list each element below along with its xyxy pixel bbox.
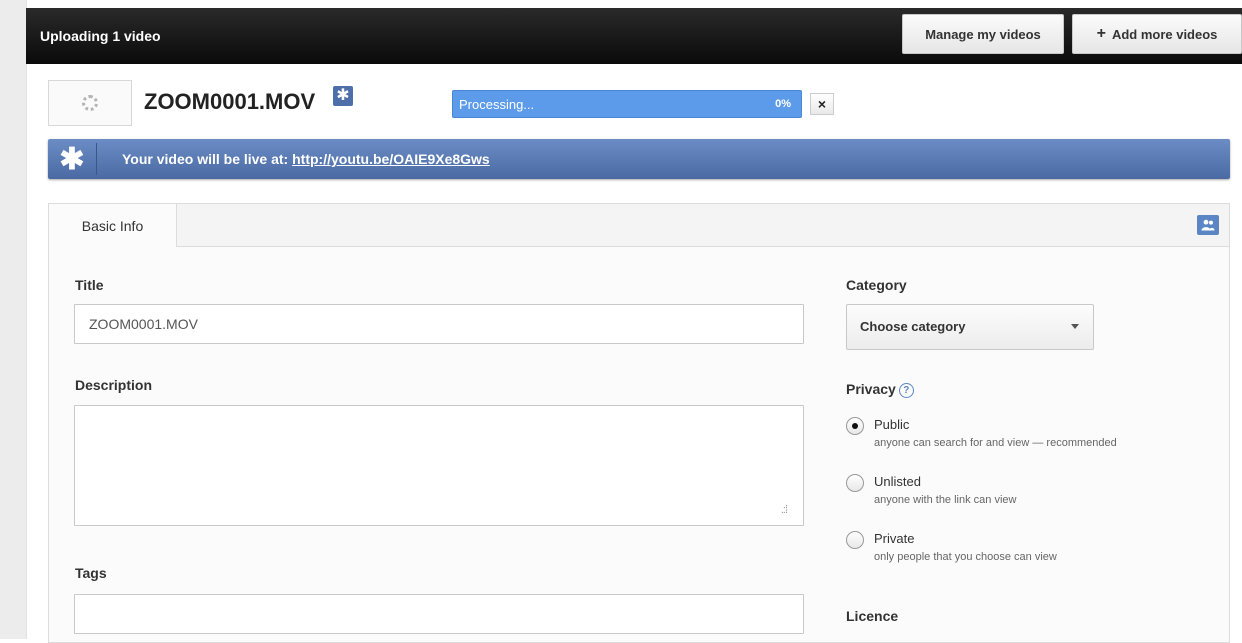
video-details-panel: Basic Info Title ZOOM0001.MOV Descriptio… [48, 203, 1230, 643]
category-label: Category [846, 277, 907, 293]
banner-divider [96, 143, 97, 175]
cancel-upload-button[interactable]: × [810, 93, 834, 115]
loading-spinner-icon [82, 95, 98, 111]
description-label: Description [75, 377, 153, 393]
manage-videos-label: Manage my videos [925, 26, 1041, 42]
resize-handle-icon[interactable]: .:⁞ [781, 504, 788, 516]
privacy-private-desc: only people that you choose can view [874, 551, 1057, 563]
privacy-heading: Privacy? [846, 381, 914, 398]
category-select[interactable]: Choose category [846, 304, 1094, 350]
video-url-link[interactable]: http://youtu.be/OAIE9Xe8Gws [292, 151, 490, 167]
upload-progress-bar: Processing... 0% [452, 90, 802, 118]
video-thumbnail [48, 80, 132, 126]
close-icon: × [817, 96, 827, 112]
privacy-unlisted-desc: anyone with the link can view [874, 494, 1017, 506]
tags-input[interactable] [74, 594, 804, 634]
plus-icon: + [1096, 25, 1106, 42]
licence-label: Licence [846, 608, 899, 624]
progress-status-text: Processing... [459, 97, 535, 112]
title-value: ZOOM0001.MOV [89, 316, 198, 332]
add-more-videos-label: Add more videos [1111, 26, 1218, 42]
video-live-banner: ✱ Your video will be live at: http://you… [48, 139, 1230, 179]
privacy-label: Privacy [846, 381, 896, 397]
privacy-public-label: Public [874, 417, 910, 432]
privacy-private-label: Private [874, 531, 915, 546]
left-gutter [0, 0, 27, 639]
star-icon: ✱ [59, 143, 85, 176]
progress-percent: 0% [775, 98, 791, 110]
privacy-unlisted-label: Unlisted [874, 474, 921, 489]
help-icon[interactable]: ? [898, 383, 914, 398]
star-icon: ✱ [333, 86, 353, 106]
upload-status-title: Uploading 1 video [40, 28, 161, 44]
add-more-videos-button[interactable]: + Add more videos [1072, 14, 1242, 54]
tags-label: Tags [75, 565, 107, 581]
privacy-unlisted-radio[interactable] [846, 474, 864, 492]
privacy-public-radio[interactable] [846, 417, 864, 435]
privacy-public-desc: anyone can search for and view — recomme… [874, 437, 1117, 449]
title-label: Title [75, 277, 104, 293]
tab-basic-info-label: Basic Info [81, 217, 144, 234]
tab-bar: Basic Info [49, 204, 1229, 247]
upload-header-bar: Uploading 1 video Manage my videos + Add… [26, 8, 1242, 64]
chevron-down-icon [1071, 324, 1079, 329]
privacy-private-radio[interactable] [846, 531, 864, 549]
title-input[interactable]: ZOOM0001.MOV [74, 304, 804, 344]
banner-text: Your video will be live at: [122, 151, 289, 167]
banner-message: Your video will be live at: http://youtu… [122, 151, 490, 167]
description-textarea[interactable]: .:⁞ [74, 405, 804, 526]
manage-videos-button[interactable]: Manage my videos [902, 14, 1064, 54]
tab-basic-info[interactable]: Basic Info [49, 204, 177, 247]
video-filename: ZOOM0001.MOV [144, 89, 316, 114]
share-icon[interactable] [1197, 215, 1219, 235]
category-selected-value: Choose category [860, 319, 966, 334]
